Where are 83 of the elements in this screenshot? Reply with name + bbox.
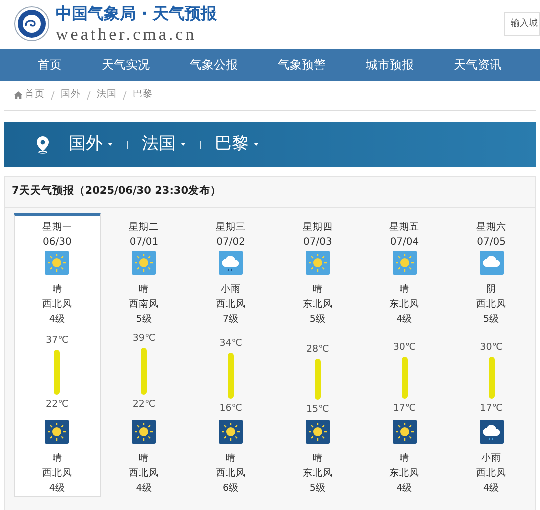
site-title: 中国气象局 · 天气预报 xyxy=(56,6,218,22)
location-dropdown[interactable]: 国外 xyxy=(69,132,113,158)
wind-label: 西北风 xyxy=(42,467,72,481)
breadcrumb-link[interactable]: 巴黎 xyxy=(133,88,153,103)
nav-link[interactable]: 城市预报 xyxy=(366,56,414,74)
search-field[interactable]: 输入城 xyxy=(504,12,540,36)
day-column[interactable]: 星期二 07/01 晴 西南风 5级 39℃ 22℃ 晴 西北风 4级 xyxy=(100,213,188,497)
high-temp-label: 30℃ xyxy=(393,341,416,355)
location-dropdown[interactable]: 法国 xyxy=(142,132,186,158)
wind-label: 西南风 xyxy=(129,298,160,312)
weather-label: 晴 xyxy=(226,452,236,466)
weather-label: 晴 xyxy=(312,283,323,297)
weekday-label: 星期一 xyxy=(42,221,72,235)
wind-label: 西北风 xyxy=(216,298,246,312)
low-temp-label: 15℃ xyxy=(306,403,330,418)
weather-label: 晴 xyxy=(52,452,62,466)
high-temp-label: 28℃ xyxy=(306,343,330,357)
wind-level-label: 4级 xyxy=(49,313,66,327)
date-label: 07/02 xyxy=(216,236,246,250)
weekday-label: 星期五 xyxy=(390,221,420,235)
nav-link[interactable]: 首页 xyxy=(38,56,62,74)
day-column[interactable]: 星期四 07/03 晴 东北风 5级 28℃ 15℃ 晴 东北风 5级 xyxy=(274,213,362,497)
wind-label: 东北风 xyxy=(390,298,420,312)
low-temp-label: 17℃ xyxy=(480,402,503,416)
location-dropdown[interactable]: 巴黎 xyxy=(215,132,259,158)
weather-label: 小雨 xyxy=(221,283,242,297)
wind-level-label: 5级 xyxy=(136,313,152,327)
wind-label: 西北风 xyxy=(476,467,507,481)
weather-label: 晴 xyxy=(312,452,323,466)
nav-link[interactable]: 天气资讯 xyxy=(454,56,502,74)
weather-label: 阴 xyxy=(486,283,497,297)
day-column[interactable]: 星期五 07/04 晴 东北风 4级 30℃ 17℃ 晴 东北风 4级 xyxy=(361,213,448,497)
weekday-label: 星期四 xyxy=(302,221,333,235)
date-label: 07/04 xyxy=(390,236,420,250)
weather-label: 小雨 xyxy=(482,452,502,466)
weekday-label: 星期六 xyxy=(476,221,507,235)
weekday-label: 星期二 xyxy=(129,221,160,235)
wind-level-label: 4级 xyxy=(396,482,413,496)
high-temp-label: 39℃ xyxy=(132,332,156,346)
wind-level-label: 5级 xyxy=(310,482,326,496)
nav-link[interactable]: 天气实况 xyxy=(102,56,150,74)
wind-label: 东北风 xyxy=(302,467,333,481)
wind-label: 西北风 xyxy=(42,298,72,312)
weather-label: 晴 xyxy=(52,283,62,297)
forecast-title: 7天天气预报（2025/06/30 23:30发布） xyxy=(12,184,222,200)
wind-level-label: 4级 xyxy=(396,313,413,327)
wind-level-label: 5级 xyxy=(484,313,500,327)
day-column[interactable]: 星期六 07/05 阴 西北风 5级 30℃ 17℃ 小雨 西北风 4级 xyxy=(448,213,535,497)
wind-label: 西北风 xyxy=(476,298,507,312)
weather-label: 晴 xyxy=(400,283,410,297)
date-label: 07/01 xyxy=(130,236,159,250)
wind-label: 西北风 xyxy=(216,467,246,481)
low-temp-label: 22℃ xyxy=(132,398,156,412)
nav-link[interactable]: 气象预警 xyxy=(278,56,326,74)
nav-link[interactable]: 气象公报 xyxy=(190,56,238,74)
weather-label: 晴 xyxy=(139,283,150,297)
breadcrumb-link[interactable]: 国外 xyxy=(61,88,81,103)
date-label: 07/05 xyxy=(477,236,506,250)
breadcrumb-link[interactable]: 法国 xyxy=(97,88,117,103)
wind-level-label: 7级 xyxy=(223,313,240,327)
wind-level-label: 4级 xyxy=(136,482,152,496)
low-temp-label: 16℃ xyxy=(220,402,242,416)
day-column[interactable]: 星期三 07/02 小雨 西北风 7级 34℃ 16℃ 晴 西北风 6级 xyxy=(188,213,274,497)
site-domain: weather.cma.cn xyxy=(56,26,198,42)
breadcrumb-link[interactable]: 首页 xyxy=(25,88,45,103)
wind-level-label: 6级 xyxy=(223,482,240,496)
high-temp-label: 37℃ xyxy=(46,334,69,348)
wind-level-label: 4级 xyxy=(49,482,66,496)
low-temp-label: 17℃ xyxy=(393,402,416,416)
high-temp-label: 34℃ xyxy=(220,337,242,351)
wind-label: 东北风 xyxy=(390,467,420,481)
date-label: 07/03 xyxy=(303,236,332,250)
high-temp-label: 30℃ xyxy=(480,341,503,355)
weekday-label: 星期三 xyxy=(216,221,246,235)
weather-label: 晴 xyxy=(400,452,410,466)
wind-label: 东北风 xyxy=(302,298,333,312)
day-column[interactable]: 星期一 06/30 晴 西北风 4级 37℃ 22℃ 晴 西北风 4级 xyxy=(14,213,101,497)
wind-label: 西北风 xyxy=(129,467,160,481)
low-temp-label: 22℃ xyxy=(46,398,69,412)
weather-label: 晴 xyxy=(139,452,150,466)
date-label: 06/30 xyxy=(43,236,72,250)
wind-level-label: 4级 xyxy=(484,482,500,496)
wind-level-label: 5级 xyxy=(310,313,326,327)
